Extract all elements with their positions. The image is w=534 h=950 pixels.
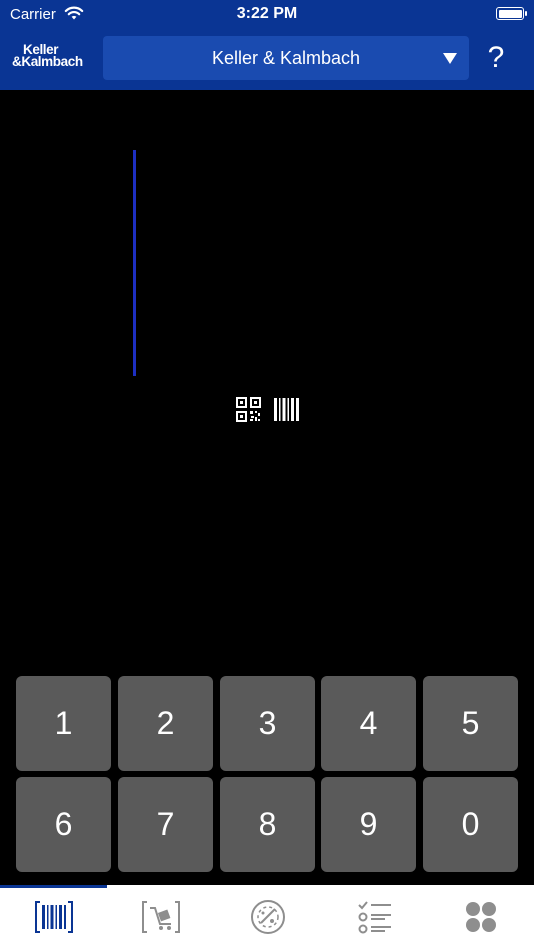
scan-type-icons	[236, 396, 299, 422]
key-5[interactable]: 5	[423, 676, 518, 771]
key-2[interactable]: 2	[118, 676, 213, 771]
checklist-tab-icon	[357, 901, 391, 934]
clock: 3:22 PM	[236, 5, 298, 22]
tab-checklist[interactable]	[321, 897, 428, 937]
brand-logo: Keller &Kalmbach	[12, 43, 94, 69]
key-0[interactable]: 0	[423, 777, 518, 872]
help-button[interactable]: ?	[482, 38, 510, 78]
qr-code-icon	[236, 396, 261, 422]
active-tab-indicator	[0, 885, 107, 888]
caret-down-icon	[443, 53, 457, 64]
tab-bar	[0, 885, 534, 950]
company-dropdown-value: Keller & Kalmbach	[211, 47, 361, 68]
tab-more[interactable]	[427, 897, 534, 937]
key-7[interactable]: 7	[118, 777, 213, 872]
tab-bins[interactable]	[214, 897, 321, 937]
barcode-icon	[274, 397, 299, 421]
cart-tab-icon	[141, 901, 180, 933]
tab-cart[interactable]	[107, 897, 214, 937]
more-apps-tab-icon	[465, 902, 496, 932]
key-3[interactable]: 3	[220, 676, 315, 771]
key-8[interactable]: 8	[220, 777, 315, 872]
app-header: Keller &Kalmbach Keller & Kalmbach ?	[0, 28, 534, 90]
company-dropdown[interactable]: Keller & Kalmbach	[103, 36, 469, 80]
bin-tab-icon	[250, 900, 285, 934]
key-4[interactable]: 4	[321, 676, 416, 771]
key-1[interactable]: 1	[16, 676, 111, 771]
scan-tab-barcode-icon	[34, 901, 73, 933]
tab-scan[interactable]	[0, 897, 107, 937]
text-cursor	[133, 150, 136, 376]
scan-input-area[interactable]	[0, 90, 534, 672]
status-bar: Carrier 3:22 PM	[0, 0, 534, 28]
key-9[interactable]: 9	[321, 777, 416, 872]
battery-icon	[496, 7, 527, 20]
logo-line-2: &Kalmbach	[12, 54, 83, 69]
key-6[interactable]: 6	[16, 777, 111, 872]
